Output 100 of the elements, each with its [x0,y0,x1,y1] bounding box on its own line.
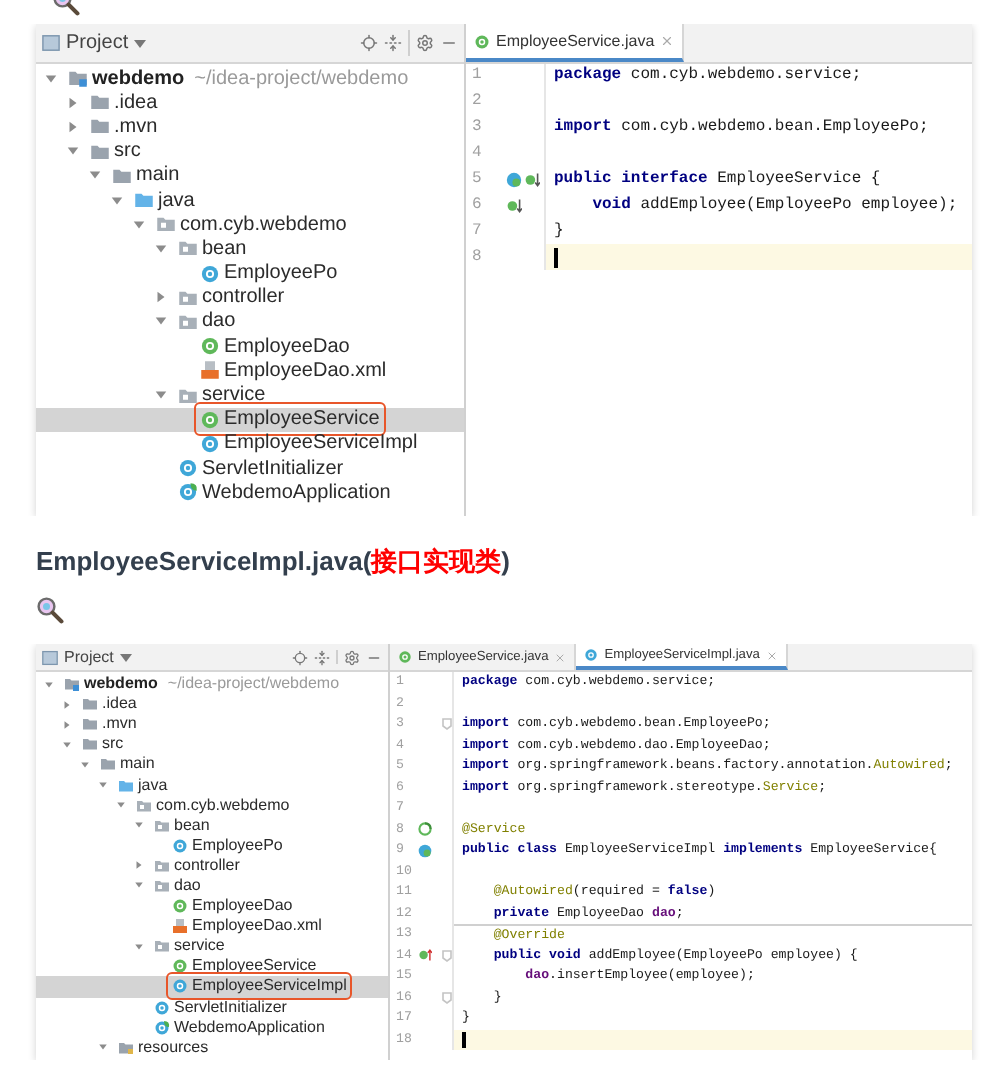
collapsed-arrow-icon[interactable] [133,860,143,871]
package-icon [178,385,198,406]
line-number: 5 [470,168,484,192]
tree-item[interactable]: .mvn [36,714,388,735]
package-icon [178,311,198,332]
code-line: } [552,219,566,244]
package-icon [154,857,170,874]
line-number: 4 [470,142,484,167]
editor-tab[interactable]: EmployeeService.java [466,24,685,62]
folder-icon [90,116,110,137]
settings-icon[interactable] [344,649,360,665]
tree-item[interactable]: .idea [36,90,464,115]
tree-item[interactable]: resources [36,1037,388,1058]
xml-file-icon [172,918,188,935]
folder-icon [90,141,110,162]
folder-icon [90,92,110,113]
locate-icon[interactable] [292,649,308,665]
project-view-dropdown[interactable]: Project [64,645,132,669]
tree-item[interactable]: controller [36,855,388,876]
bean-icon[interactable] [418,822,432,837]
expanded-arrow-icon[interactable] [133,941,143,952]
line-number: 8 [470,245,484,270]
tree-item[interactable]: bean [36,815,388,836]
tree-item[interactable]: EmployeeDao.xml [36,358,464,383]
tree-item[interactable]: dao [36,875,388,897]
expanded-arrow-icon[interactable] [133,880,143,891]
package-icon [154,817,170,834]
tree-item[interactable]: src [36,139,464,164]
tree-item[interactable]: WebdemoApplication [36,1017,388,1038]
tree-item[interactable]: main [36,163,464,188]
tree-item[interactable]: com.cyb.webdemo [36,795,388,816]
interface-icon [172,898,188,915]
fold-marker-icon[interactable] [442,991,452,1004]
tree-item[interactable]: EmployeeService [36,407,464,432]
close-icon[interactable] [765,649,778,661]
tree-item[interactable]: EmployeeService [36,956,388,977]
implemented-marker-icon[interactable] [506,172,522,188]
collapsed-arrow-icon[interactable] [153,290,167,305]
tree-item[interactable]: java [36,187,464,213]
panel-icon [42,649,58,665]
tree-item[interactable]: EmployeeServiceImpl [36,431,464,456]
tree-item[interactable]: controller [36,285,464,310]
tree-item[interactable]: service [36,382,464,408]
tree-item[interactable]: service [36,936,388,957]
spring-class-icon [178,482,198,503]
fold-marker-icon[interactable] [442,949,452,962]
tree-item[interactable]: ServletInitializer [36,456,464,481]
collapse-all-icon[interactable] [314,649,330,665]
tree-item[interactable]: webdemo ~/idea-project/webdemo [36,66,464,91]
tree-item[interactable]: EmployeeServiceImpl [36,976,388,997]
locate-icon[interactable] [360,34,378,52]
interface-icon [200,336,220,357]
project-view-dropdown[interactable]: Project [66,28,147,58]
tree-item[interactable]: WebdemoApplication [36,480,464,505]
line-number: 3 [470,116,484,141]
expanded-arrow-icon[interactable] [153,388,167,403]
expanded-arrow-icon[interactable] [153,314,167,329]
folder-icon [118,1039,134,1056]
line-number: 7 [470,219,484,244]
tree-item[interactable]: java [36,774,388,796]
folder-icon [112,165,132,186]
class-icon [172,837,188,854]
tree-item[interactable]: EmployeeDao [36,896,388,917]
tree-item[interactable]: .mvn [36,114,464,140]
tree-item[interactable]: dao [36,309,464,335]
interface-icon [172,958,188,975]
interface-icon [200,409,220,430]
close-icon[interactable] [554,651,567,663]
package-icon [178,238,198,259]
package-icon [178,287,198,308]
settings-icon[interactable] [416,34,434,52]
collapse-all-icon[interactable] [384,34,402,52]
tree-item[interactable]: com.cyb.webdemo [36,212,464,237]
tree-item[interactable]: main [36,754,388,775]
tree-item[interactable]: bean [36,236,464,261]
package-icon [154,877,170,894]
expanded-arrow-icon[interactable] [43,71,57,86]
tree-item[interactable]: webdemo ~/idea-project/webdemo [36,674,388,695]
fold-marker-icon[interactable] [442,718,452,731]
expanded-arrow-icon[interactable] [97,1042,107,1053]
tree-item[interactable]: EmployeePo [36,835,388,856]
tree-item[interactable]: EmployeePo [36,261,464,286]
tree-item[interactable]: src [36,734,388,755]
tree-item[interactable]: EmployeeDao.xml [36,916,388,937]
tree-item[interactable]: ServletInitializer [36,997,388,1018]
class-icon [584,648,599,662]
interface-icon [474,33,490,49]
class-icon [200,433,220,454]
panel-icon [42,34,60,52]
folder-icon [134,190,154,211]
close-icon[interactable] [660,34,675,48]
caret-icon [119,653,132,661]
implemented-marker-icon[interactable] [418,843,432,858]
class-icon [200,263,220,284]
tree-item[interactable]: EmployeeDao [36,334,464,359]
line-number: 2 [470,90,484,115]
expanded-arrow-icon[interactable] [43,679,53,690]
line-number: 1 [470,64,484,89]
spring-class-icon [154,1019,170,1036]
tree-item[interactable]: .idea [36,694,388,715]
